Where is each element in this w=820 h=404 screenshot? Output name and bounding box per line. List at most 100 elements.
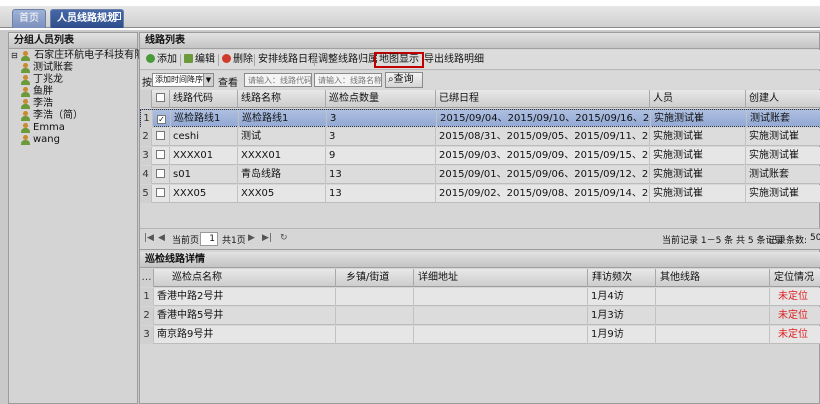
route-name-input[interactable] <box>314 73 382 87</box>
person-icon <box>21 111 30 121</box>
chevron-down-icon: ▼ <box>203 74 213 86</box>
route-code-input[interactable] <box>244 73 312 87</box>
next-page-icon[interactable]: ▶ <box>248 233 255 243</box>
person-icon <box>21 99 30 109</box>
delete-button-label: 删除 <box>233 54 253 65</box>
col-route-code[interactable]: 线路代码 <box>170 90 238 108</box>
tree-item-person[interactable]: 鱼胖 <box>9 86 137 98</box>
point-name: 南京路9号井 <box>154 326 336 344</box>
sort-select[interactable]: 添加时间降序 ▼ <box>152 73 214 87</box>
row-checkbox[interactable] <box>152 166 170 184</box>
schedule-route-label: 安排线路日程 <box>258 54 318 65</box>
point-count: 3 <box>326 128 436 146</box>
record-info: 当前记录 1－5 条 共 5 条记录 <box>662 236 784 246</box>
location-status: 未定位 <box>770 307 820 325</box>
table-row[interactable]: 3 XXXX01 XXXX01 9 2015/09/03、2015/09/09、… <box>140 147 820 165</box>
col-route-name[interactable]: 线路名称 <box>238 90 326 108</box>
person-icon <box>21 87 30 97</box>
refresh-icon[interactable]: ↻ <box>280 233 288 243</box>
row-number: 2 <box>140 128 152 146</box>
route-code: XXXX01 <box>170 147 238 165</box>
col-visit-frequency[interactable]: 拜访频次 <box>588 269 656 287</box>
row-checkbox[interactable]: ✓ <box>153 110 171 128</box>
col-town[interactable]: 乡镇/街道 <box>336 269 414 287</box>
map-display-button[interactable]: 地图显示 <box>374 52 424 68</box>
row-checkbox[interactable] <box>152 147 170 165</box>
tree-item-person[interactable]: 李浩（简） <box>9 110 137 122</box>
town <box>336 326 414 344</box>
page-size-value[interactable]: 50 <box>810 233 820 243</box>
town <box>336 288 414 306</box>
tab-close-icon[interactable]: × <box>113 12 121 20</box>
page-number-input[interactable]: 1 <box>200 232 218 246</box>
collapse-icon[interactable]: ⊟ <box>11 50 19 62</box>
tree-root-company[interactable]: ⊟ 石家庄环航电子科技有限公 <box>9 50 154 62</box>
visit-frequency: 1月3访 <box>588 307 656 325</box>
group-people-panel: 分组人员列表 ⊟ 石家庄环航电子科技有限公 测试账套 丁兆龙 鱼胖 李浩 李浩（… <box>8 32 154 404</box>
row-checkbox[interactable] <box>152 128 170 146</box>
export-route-button[interactable]: 导出线路明细 <box>424 52 484 68</box>
add-button[interactable]: 添加 <box>146 52 177 68</box>
col-other-routes[interactable]: 其他线路 <box>656 269 770 287</box>
tree-item-person[interactable]: wang <box>9 134 137 146</box>
col-address[interactable]: 详细地址 <box>414 269 588 287</box>
tree-item-person[interactable]: 测试账套 <box>9 62 137 74</box>
col-location-status[interactable]: 定位情况 <box>770 269 820 287</box>
address <box>414 288 588 306</box>
pagination-bar: |◀ ◀ 当前页 1 共1页 ▶ ▶| ↻ 当前记录 1－5 条 共 5 条记录… <box>140 228 820 250</box>
route-code: 巡检路线1 <box>171 110 239 128</box>
prev-page-icon[interactable]: ◀ <box>158 233 165 243</box>
col-bound-dates[interactable]: 已绑日程 <box>436 90 650 108</box>
creator: 测试账套 <box>747 110 820 128</box>
last-page-icon[interactable]: ▶| <box>262 233 272 243</box>
tree-item-person[interactable]: Emma <box>9 122 137 134</box>
tab-route-planning-label: 人员线路规划 <box>57 13 117 24</box>
other-routes <box>656 326 770 344</box>
row-checkbox[interactable] <box>152 185 170 203</box>
add-icon <box>146 54 155 63</box>
select-all-checkbox[interactable] <box>152 90 170 108</box>
route-name: 巡检路线1 <box>239 110 327 128</box>
toolbar-divider <box>254 54 255 66</box>
person-name: Emma <box>33 122 65 133</box>
person-name: 测试账套 <box>33 62 73 73</box>
table-row[interactable]: 4 s01 青岛线路 13 2015/09/01、2015/09/06、2015… <box>140 166 820 184</box>
location-status: 未定位 <box>770 326 820 344</box>
col-point-count[interactable]: 巡检点数量 <box>326 90 436 108</box>
edit-button[interactable]: 编辑 <box>184 52 215 68</box>
schedule-route-button[interactable]: 安排线路日程 <box>258 52 318 68</box>
tree-item-person[interactable]: 李浩 <box>9 98 137 110</box>
tree-item-person[interactable]: 丁兆龙 <box>9 74 137 86</box>
route-name: XXXX01 <box>238 147 326 165</box>
tab-home[interactable]: 首页 <box>12 9 46 28</box>
edit-button-label: 编辑 <box>195 54 215 65</box>
table-row[interactable]: 5 XXX05 XXX05 13 2015/09/02、2015/09/08、2… <box>140 185 820 203</box>
table-row[interactable]: 2 香港中路5号井 1月3访 未定位 <box>140 307 820 325</box>
town <box>336 307 414 325</box>
address <box>414 326 588 344</box>
tab-home-label: 首页 <box>19 13 39 24</box>
table-row[interactable]: 1 ✓ 巡检路线1 巡检路线1 3 2015/09/04、2015/09/10、… <box>140 109 820 128</box>
col-point-name[interactable]: 巡检点名称 <box>154 269 336 287</box>
checkbox-icon: ✓ <box>157 115 166 124</box>
col-creator[interactable]: 创建人 <box>746 90 820 108</box>
table-row[interactable]: 3 南京路9号井 1月9访 未定位 <box>140 326 820 344</box>
route-name: 测试 <box>238 128 326 146</box>
person: 实施测试崔 <box>650 185 746 203</box>
col-person[interactable]: 人员 <box>650 90 746 108</box>
route-code: XXX05 <box>170 185 238 203</box>
person: 实施测试崔 <box>650 147 746 165</box>
adjust-route-button[interactable]: 调整线路归属 <box>318 52 378 68</box>
table-row[interactable]: 2 ceshi 测试 3 2015/08/31、2015/09/05、2015/… <box>140 128 820 146</box>
tree-root-label: 石家庄环航电子科技有限公 <box>34 50 155 61</box>
route-name: XXX05 <box>238 185 326 203</box>
creator: 实施测试崔 <box>746 128 820 146</box>
tab-route-planning[interactable]: 人员线路规划 × <box>50 9 124 28</box>
rownum-header <box>140 90 152 108</box>
delete-button[interactable]: 删除 <box>222 52 253 68</box>
table-row[interactable]: 1 香港中路2号井 1月4访 未定位 <box>140 288 820 306</box>
add-button-label: 添加 <box>157 54 177 65</box>
query-button[interactable]: ⌕查询 <box>385 72 423 88</box>
edit-icon <box>184 54 193 63</box>
first-page-icon[interactable]: |◀ <box>144 233 154 243</box>
